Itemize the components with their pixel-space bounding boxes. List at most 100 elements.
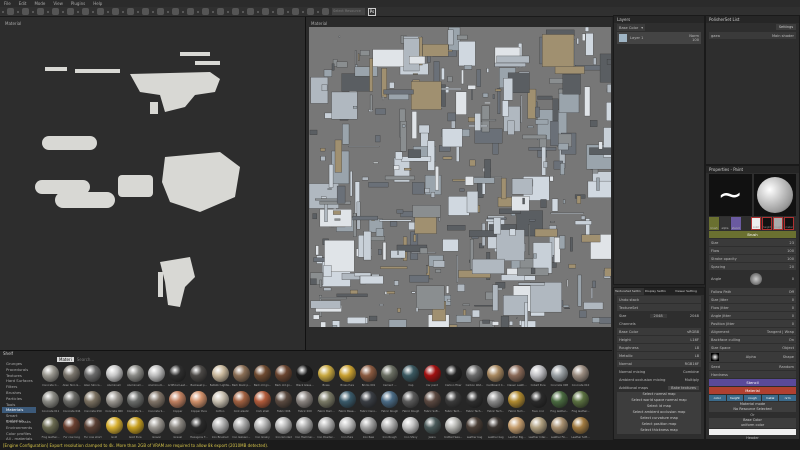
toolbar-tool-icon[interactable]: [307, 8, 314, 15]
material-channel-color[interactable]: color: [709, 395, 726, 401]
material-thumbnail[interactable]: [508, 391, 526, 408]
material-thumbnail[interactable]: [190, 417, 208, 434]
material-thumbnail[interactable]: [148, 391, 165, 408]
channel-row[interactable]: Metallic L8: [617, 352, 701, 359]
material-thumbnail[interactable]: [84, 365, 102, 382]
material-thumbnail[interactable]: [63, 391, 81, 408]
toolbar-tool-icon[interactable]: [322, 8, 329, 15]
toolbar-tool-icon[interactable]: [277, 8, 284, 15]
material-thumbnail[interactable]: [63, 365, 81, 382]
material-channel-nrm[interactable]: nrm: [779, 395, 796, 401]
select-map-button[interactable]: Select world space normal map: [617, 398, 701, 404]
material-thumbnail[interactable]: [360, 391, 377, 408]
select-map-button[interactable]: Select curvature map: [617, 416, 701, 422]
brush-section-header[interactable]: Brush: [709, 231, 796, 238]
channel-row[interactable]: Normal RGB16F: [617, 360, 701, 367]
material-thumbnail[interactable]: [42, 365, 59, 382]
seed-row[interactable]: Seed Random: [709, 363, 796, 370]
material-thumbnail[interactable]: [148, 365, 165, 382]
material-thumbnail[interactable]: [126, 391, 144, 408]
material-thumbnail[interactable]: [190, 365, 208, 382]
jitter-slider[interactable]: Size Jitter 0: [709, 296, 796, 303]
material-thumbnail[interactable]: [444, 391, 462, 408]
bake-textures-button[interactable]: Bake textures: [668, 385, 699, 390]
material-thumbnail[interactable]: [296, 365, 314, 382]
material-thumbnail[interactable]: [169, 365, 187, 382]
material-thumbnail[interactable]: [487, 365, 505, 382]
material-thumbnail[interactable]: [360, 417, 377, 434]
material-channel-height[interactable]: height: [726, 395, 744, 401]
angle-dial[interactable]: [750, 273, 763, 285]
material-thumbnail[interactable]: [402, 417, 420, 434]
follow-path-row[interactable]: Follow Path Off: [709, 288, 796, 295]
jitter-slider[interactable]: Flow Jitter 0: [709, 304, 796, 311]
material-channel-metal[interactable]: metal: [761, 395, 779, 401]
material-thumbnail[interactable]: [487, 417, 505, 434]
material-thumbnail[interactable]: [232, 365, 250, 382]
material-thumbnail[interactable]: [550, 365, 568, 382]
material-thumbnail[interactable]: [105, 391, 123, 408]
material-thumbnail[interactable]: [317, 417, 335, 434]
preset-select[interactable]: Select Resource: [332, 8, 365, 15]
material-thumbnail[interactable]: [466, 365, 483, 382]
channel-row[interactable]: Base Color sRGB8: [617, 328, 701, 335]
toolbar-tool-icon[interactable]: [247, 8, 254, 15]
material-thumbnail[interactable]: [211, 417, 229, 434]
toolbar-tool-icon[interactable]: [67, 8, 74, 15]
material-thumbnail[interactable]: [381, 365, 399, 382]
tool-slot-alpha[interactable]: alpha: [720, 217, 730, 230]
tool-slot-stencil[interactable]: stencil: [731, 217, 741, 230]
toolbar-tool-icon[interactable]: [262, 8, 269, 15]
material-thumbnail[interactable]: [148, 417, 165, 434]
material-thumbnail[interactable]: [42, 391, 59, 408]
material-thumbnail[interactable]: [572, 365, 589, 382]
channel-format[interactable]: RGB16F: [685, 362, 699, 366]
toolbar-tool-icon[interactable]: [202, 8, 209, 15]
material-thumbnail[interactable]: [169, 417, 187, 434]
channel-row[interactable]: Height L16F: [617, 336, 701, 343]
channel-format[interactable]: sRGB8: [687, 330, 699, 334]
toolbar-tool-icon[interactable]: [217, 8, 224, 15]
ao-mixing-row[interactable]: Ambient occlusion mixing Multiply: [617, 376, 701, 383]
polisher-item[interactable]: gaea Main shader: [709, 32, 796, 39]
toolbar-tool-icon[interactable]: [172, 8, 179, 15]
menu-plugins[interactable]: Plugins: [71, 1, 85, 6]
2d-uv-viewport[interactable]: Material: [305, 17, 612, 350]
material-thumbnail[interactable]: [423, 391, 441, 408]
material-thumbnail[interactable]: [338, 365, 356, 382]
material-thumbnail[interactable]: [211, 391, 229, 408]
base-color-swatch[interactable]: [709, 429, 796, 435]
jitter-slider[interactable]: Position Jitter 0: [709, 320, 796, 327]
hardness-slider[interactable]: Hardness: [709, 371, 796, 378]
menu-file[interactable]: File: [4, 1, 11, 6]
tab-1[interactable]: Display Settin: [644, 288, 674, 295]
channel-row[interactable]: Roughness L8: [617, 344, 701, 351]
material-thumbnail[interactable]: [529, 365, 547, 382]
material-thumbnail[interactable]: [529, 417, 547, 434]
material-thumbnail[interactable]: [275, 417, 293, 434]
material-thumbnail[interactable]: [529, 391, 547, 408]
stencil-section-header[interactable]: Stencil: [709, 379, 796, 386]
menu-mode[interactable]: Mode: [34, 1, 45, 6]
material-thumbnail[interactable]: [572, 391, 589, 408]
toolbar-tool-icon[interactable]: [142, 8, 149, 15]
material-swatch-metal[interactable]: metal: [784, 217, 794, 230]
channel-format[interactable]: L8: [695, 354, 699, 358]
material-thumbnail[interactable]: [275, 391, 293, 408]
material-thumbnail[interactable]: [84, 391, 102, 408]
material-thumbnail[interactable]: [84, 417, 102, 434]
toolbar-tool-icon[interactable]: [52, 8, 59, 15]
material-thumbnail[interactable]: [211, 365, 229, 382]
material-thumbnail[interactable]: [275, 365, 293, 382]
material-thumbnail[interactable]: [508, 365, 526, 382]
menu-edit[interactable]: Edit: [19, 1, 27, 6]
undo-stack[interactable]: Undo stack: [617, 296, 701, 303]
toolbar-tool-icon[interactable]: [187, 8, 194, 15]
material-swatch-color[interactable]: color: [751, 217, 761, 230]
material-thumbnail[interactable]: [254, 391, 271, 408]
size-select[interactable]: 2048: [649, 313, 667, 318]
material-thumbnail[interactable]: [63, 417, 81, 434]
channel-select[interactable]: Base Color ▾: [617, 24, 645, 31]
material-thumbnail[interactable]: [550, 391, 568, 408]
size-row[interactable]: Size 2048 2048: [617, 312, 701, 319]
